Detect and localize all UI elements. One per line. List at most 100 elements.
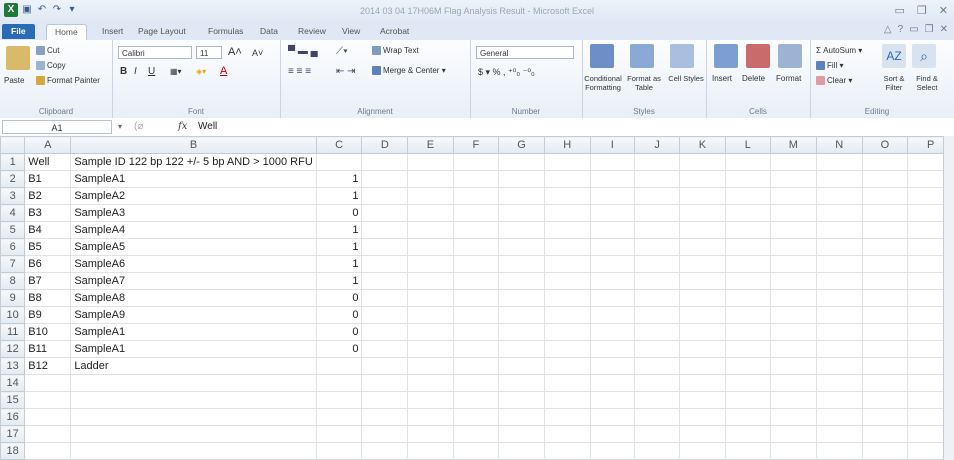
cell-o5[interactable] [861,221,909,239]
cell-l10[interactable] [724,306,771,324]
cell-j8[interactable] [634,272,681,290]
cell-n15[interactable] [815,391,863,409]
cell-f9[interactable] [452,289,500,307]
align-top-icon[interactable]: ▀ ▬ ▄ [288,46,318,57]
cell-e13[interactable] [407,357,454,375]
cell-k6[interactable] [679,238,726,256]
cell-l3[interactable] [724,187,771,205]
cell-g14[interactable] [498,374,545,392]
cell-a16[interactable] [24,408,72,426]
cell-b4[interactable]: SampleA3 [70,204,317,222]
cell-c7[interactable]: 1 [315,255,363,273]
cell-c6[interactable]: 1 [315,238,363,256]
cell-a15[interactable] [24,391,72,409]
cell-b9[interactable]: SampleA8 [70,289,317,307]
copy-button[interactable]: Copy [36,61,66,71]
cell-e12[interactable] [407,340,454,358]
cell-l8[interactable] [724,272,771,290]
cell-m13[interactable] [769,357,817,375]
cell-o15[interactable] [861,391,909,409]
cell-b14[interactable] [70,374,317,392]
cell-b7[interactable]: SampleA6 [70,255,317,273]
cell-h8[interactable] [543,272,591,290]
cell-i4[interactable] [589,204,636,222]
cell-i2[interactable] [589,170,636,188]
cell-i11[interactable] [589,323,636,341]
column-header-o[interactable]: O [861,136,909,154]
cell-i14[interactable] [589,374,636,392]
cell-l6[interactable] [724,238,771,256]
cell-k2[interactable] [679,170,726,188]
cell-l12[interactable] [724,340,771,358]
cell-f12[interactable] [452,340,500,358]
cell-m14[interactable] [769,374,817,392]
cell-n16[interactable] [815,408,863,426]
cell-k1[interactable] [679,153,726,171]
cell-g1[interactable] [498,153,545,171]
cell-m7[interactable] [769,255,817,273]
cell-h11[interactable] [543,323,591,341]
cell-c10[interactable]: 0 [315,306,363,324]
cell-g17[interactable] [498,425,545,443]
cell-i13[interactable] [589,357,636,375]
cell-k4[interactable] [679,204,726,222]
accounting-format-icon[interactable]: $ ▾ % , ⁺⁰₀ ⁻⁰₀ [478,67,535,78]
cell-a2[interactable]: B1 [24,170,72,188]
cell-c4[interactable]: 0 [315,204,363,222]
wrap-text-button[interactable]: Wrap Text [372,46,419,56]
row-header[interactable]: 16 [0,408,26,426]
cell-e16[interactable] [407,408,454,426]
cell-g16[interactable] [498,408,545,426]
cell-l7[interactable] [724,255,771,273]
cell-d8[interactable] [361,272,409,290]
cell-k7[interactable] [679,255,726,273]
cell-a13[interactable]: B12 [24,357,72,375]
cell-i12[interactable] [589,340,636,358]
cell-e1[interactable] [407,153,454,171]
cell-m10[interactable] [769,306,817,324]
cell-o2[interactable] [861,170,909,188]
cell-i18[interactable] [589,442,636,460]
row-header[interactable]: 8 [0,272,26,290]
cell-f17[interactable] [452,425,500,443]
cell-a9[interactable]: B8 [24,289,72,307]
fill-button[interactable]: Fill ▾ [816,61,843,71]
row-header[interactable]: 15 [0,391,26,409]
cell-j2[interactable] [634,170,681,188]
row-header[interactable]: 18 [0,442,26,460]
cell-a12[interactable]: B11 [24,340,72,358]
cell-n4[interactable] [815,204,863,222]
cell-e11[interactable] [407,323,454,341]
cell-i9[interactable] [589,289,636,307]
cell-g6[interactable] [498,238,545,256]
cell-b18[interactable] [70,442,317,460]
column-header-c[interactable]: C [315,136,363,154]
cell-k11[interactable] [679,323,726,341]
cell-g11[interactable] [498,323,545,341]
cell-l2[interactable] [724,170,771,188]
cell-m6[interactable] [769,238,817,256]
cell-c16[interactable] [315,408,363,426]
cell-k14[interactable] [679,374,726,392]
row-header[interactable]: 17 [0,425,26,443]
cell-h6[interactable] [543,238,591,256]
cell-n11[interactable] [815,323,863,341]
cell-b12[interactable]: SampleA1 [70,340,317,358]
cell-g13[interactable] [498,357,545,375]
column-header-d[interactable]: D [361,136,409,154]
row-header[interactable]: 7 [0,255,26,273]
cell-d2[interactable] [361,170,409,188]
cell-h3[interactable] [543,187,591,205]
cell-a14[interactable] [24,374,72,392]
cell-j5[interactable] [634,221,681,239]
cell-c18[interactable] [315,442,363,460]
cell-e8[interactable] [407,272,454,290]
cell-l4[interactable] [724,204,771,222]
column-header-n[interactable]: N [815,136,863,154]
font-size-combo[interactable]: 11 [196,46,222,59]
cell-g12[interactable] [498,340,545,358]
find-select-button[interactable]: Find & Select [910,74,944,92]
sort-filter-icon[interactable]: AZ [882,44,906,68]
cell-e5[interactable] [407,221,454,239]
italic-button[interactable]: I [134,66,137,77]
